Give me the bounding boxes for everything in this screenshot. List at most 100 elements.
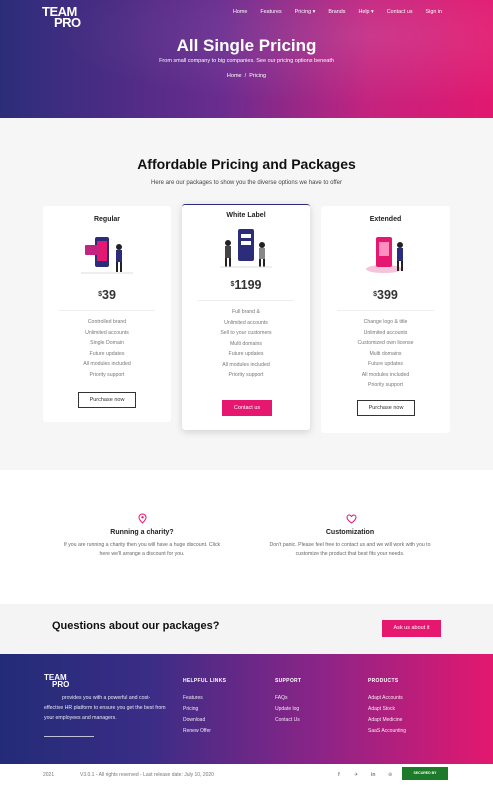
- white-label-illustration-icon: [220, 229, 272, 268]
- footer-link[interactable]: FAQs: [275, 693, 301, 704]
- features-section: Running a charity? If you are running a …: [0, 470, 493, 604]
- pricing-title: Affordable Pricing and Packages: [137, 156, 356, 172]
- divider: [337, 310, 434, 311]
- logo-line2: PRO: [52, 680, 70, 689]
- copyright-text: V3.0.1 - All rights reserved - Last rele…: [80, 772, 214, 778]
- feature-text-line[interactable]: here we'll arrange a discount for you.: [42, 550, 242, 559]
- feature-text-line: If you are running a charity then you wi…: [63, 542, 221, 548]
- breadcrumb-home[interactable]: Home: [227, 73, 242, 79]
- list-item: Customized own license: [357, 340, 414, 346]
- location-pin-icon: [138, 513, 147, 524]
- footer-link[interactable]: Adapt Stock: [368, 704, 406, 715]
- plan-feature-list: Controlled brand Unlimited accounts Sing…: [43, 317, 171, 380]
- footer-column-support: SUPPORT FAQs Update log Contact Us: [275, 678, 301, 726]
- plan-card-extended: Extended $399 Change logo & title Unlimi…: [321, 206, 450, 433]
- plan-feature-list: Change logo & title Unlimited accounts C…: [321, 317, 450, 391]
- breadcrumb: Home / Pricing: [0, 73, 493, 79]
- list-item: Multi domains: [369, 350, 402, 357]
- price-amount: 1199: [234, 278, 262, 292]
- purchase-now-button[interactable]: Purchase now: [357, 400, 415, 416]
- plan-name: Extended: [369, 216, 402, 223]
- questions-heading: Questions about our packages?: [52, 620, 220, 632]
- footer-about: provides you with a powerful and cost- e…: [44, 693, 176, 723]
- list-item: Single Domain: [90, 340, 124, 346]
- twitter-icon[interactable]: ✈: [354, 772, 358, 778]
- footer-column-helpful-links: HELPFUL LINKS Features Pricing Download …: [183, 678, 226, 737]
- list-item: Full brand &: [232, 309, 260, 315]
- dribbble-icon[interactable]: ⊛: [388, 772, 392, 778]
- list-item: Priority support: [89, 371, 125, 378]
- nav-brands[interactable]: Brands: [328, 9, 345, 15]
- footer-link[interactable]: Pricing: [183, 704, 226, 715]
- heart-icon: [346, 514, 357, 524]
- logo[interactable]: TEAM PRO: [42, 5, 81, 29]
- list-item: Future updates: [89, 350, 125, 357]
- feature-text-line: customize the product that best fits you…: [295, 550, 405, 557]
- footer-link[interactable]: Renew Offer: [183, 726, 226, 737]
- nav-signin[interactable]: Sign in: [426, 9, 442, 15]
- plan-card-regular: Regular $39 Controlled brand Unlimited a…: [43, 206, 171, 422]
- footer-link[interactable]: Adapt Accounts: [368, 693, 406, 704]
- nav-help[interactable]: Help ▾: [358, 9, 373, 15]
- footer-link[interactable]: Download: [183, 715, 226, 726]
- divider: [59, 310, 155, 311]
- list-item: Unlimited accounts: [85, 329, 129, 336]
- footer-column-products: PRODUCTS Adapt Accounts Adapt Stock Adap…: [368, 678, 406, 737]
- price-amount: 39: [102, 288, 116, 302]
- list-item: Multi domains: [229, 340, 262, 347]
- feature-text-customization: Don't panic. Please feel free to contact…: [250, 541, 450, 558]
- list-item: Controlled brand: [87, 319, 127, 325]
- footer: TEAM PRO provides you with a powerful an…: [0, 654, 493, 764]
- nav-features[interactable]: Features: [260, 9, 281, 15]
- plan-feature-list: Full brand & Unlimited accounts Sell to …: [182, 307, 310, 381]
- nav-home[interactable]: Home: [233, 9, 247, 15]
- list-item: Future updates: [368, 361, 403, 367]
- footer-link[interactable]: Adapt Medicine: [368, 715, 406, 726]
- nav-pricing[interactable]: Pricing ▾: [295, 9, 316, 15]
- plan-name: Regular: [93, 216, 121, 223]
- footer-logo[interactable]: TEAM PRO: [44, 674, 70, 689]
- footer-link[interactable]: Contact Us: [275, 715, 301, 726]
- footer-column-title: PRODUCTS: [368, 678, 399, 684]
- footer-about-line: provides you with a powerful and cost-: [62, 695, 151, 701]
- copyright-year: 2021: [43, 772, 55, 778]
- list-item: Unlimited accounts: [363, 329, 408, 336]
- footer-about-line: effective HR platform to ensure you get …: [44, 705, 166, 711]
- bottom-bar: 2021 V3.0.1 - All rights reserved - Last…: [0, 764, 493, 786]
- feature-title-charity: Running a charity?: [110, 529, 174, 536]
- facebook-icon[interactable]: f: [338, 772, 340, 778]
- footer-about-line: your employees and managers.: [44, 715, 117, 721]
- hero-banner: TEAM PRO Home Features Pricing ▾ Brands …: [0, 0, 493, 118]
- questions-banner: Questions about our packages? Ask us abo…: [0, 604, 493, 654]
- ask-us-button[interactable]: Ask us about it: [382, 620, 441, 637]
- breadcrumb-separator: /: [244, 73, 247, 79]
- footer-column-title: SUPPORT: [275, 678, 302, 684]
- nav-contact[interactable]: Contact us: [387, 9, 413, 15]
- footer-link[interactable]: Update log: [275, 704, 301, 715]
- plan-price: $399: [321, 288, 450, 302]
- plan-price: $39: [43, 288, 171, 302]
- list-item: All modules included: [361, 371, 410, 378]
- feature-text-charity: If you are running a charity then you wi…: [42, 541, 242, 558]
- page-title: All Single Pricing: [176, 36, 317, 55]
- extended-illustration-icon: [365, 237, 403, 273]
- linkedin-icon[interactable]: in: [371, 772, 375, 778]
- ssl-badge: SECURED BY POSITIVESSL: [402, 767, 448, 786]
- page-subtitle: From small company to big companies. See…: [159, 58, 334, 64]
- plan-card-white-label: White Label $1199 Full brand & Unlimited…: [182, 204, 310, 430]
- contact-us-button[interactable]: Contact us: [222, 400, 272, 416]
- main-nav: Home Features Pricing ▾ Brands Help ▾ Co…: [233, 9, 455, 15]
- footer-link[interactable]: SaaS Accounting: [368, 726, 406, 737]
- purchase-now-button[interactable]: Purchase now: [78, 392, 136, 408]
- list-item: All modules included: [83, 361, 131, 367]
- footer-column-title: HELPFUL LINKS: [183, 678, 227, 684]
- feature-text-line: Don't panic. Please feel free to contact…: [269, 542, 431, 548]
- footer-divider: [44, 736, 94, 737]
- plan-name: White Label: [226, 212, 266, 219]
- regular-illustration-icon: [81, 237, 133, 274]
- footer-link[interactable]: Features: [183, 693, 226, 704]
- list-item: Priority support: [228, 372, 264, 378]
- breadcrumb-current: Pricing: [249, 73, 267, 79]
- list-item: Priority support: [368, 382, 403, 388]
- list-item: Unlimited accounts: [224, 319, 268, 326]
